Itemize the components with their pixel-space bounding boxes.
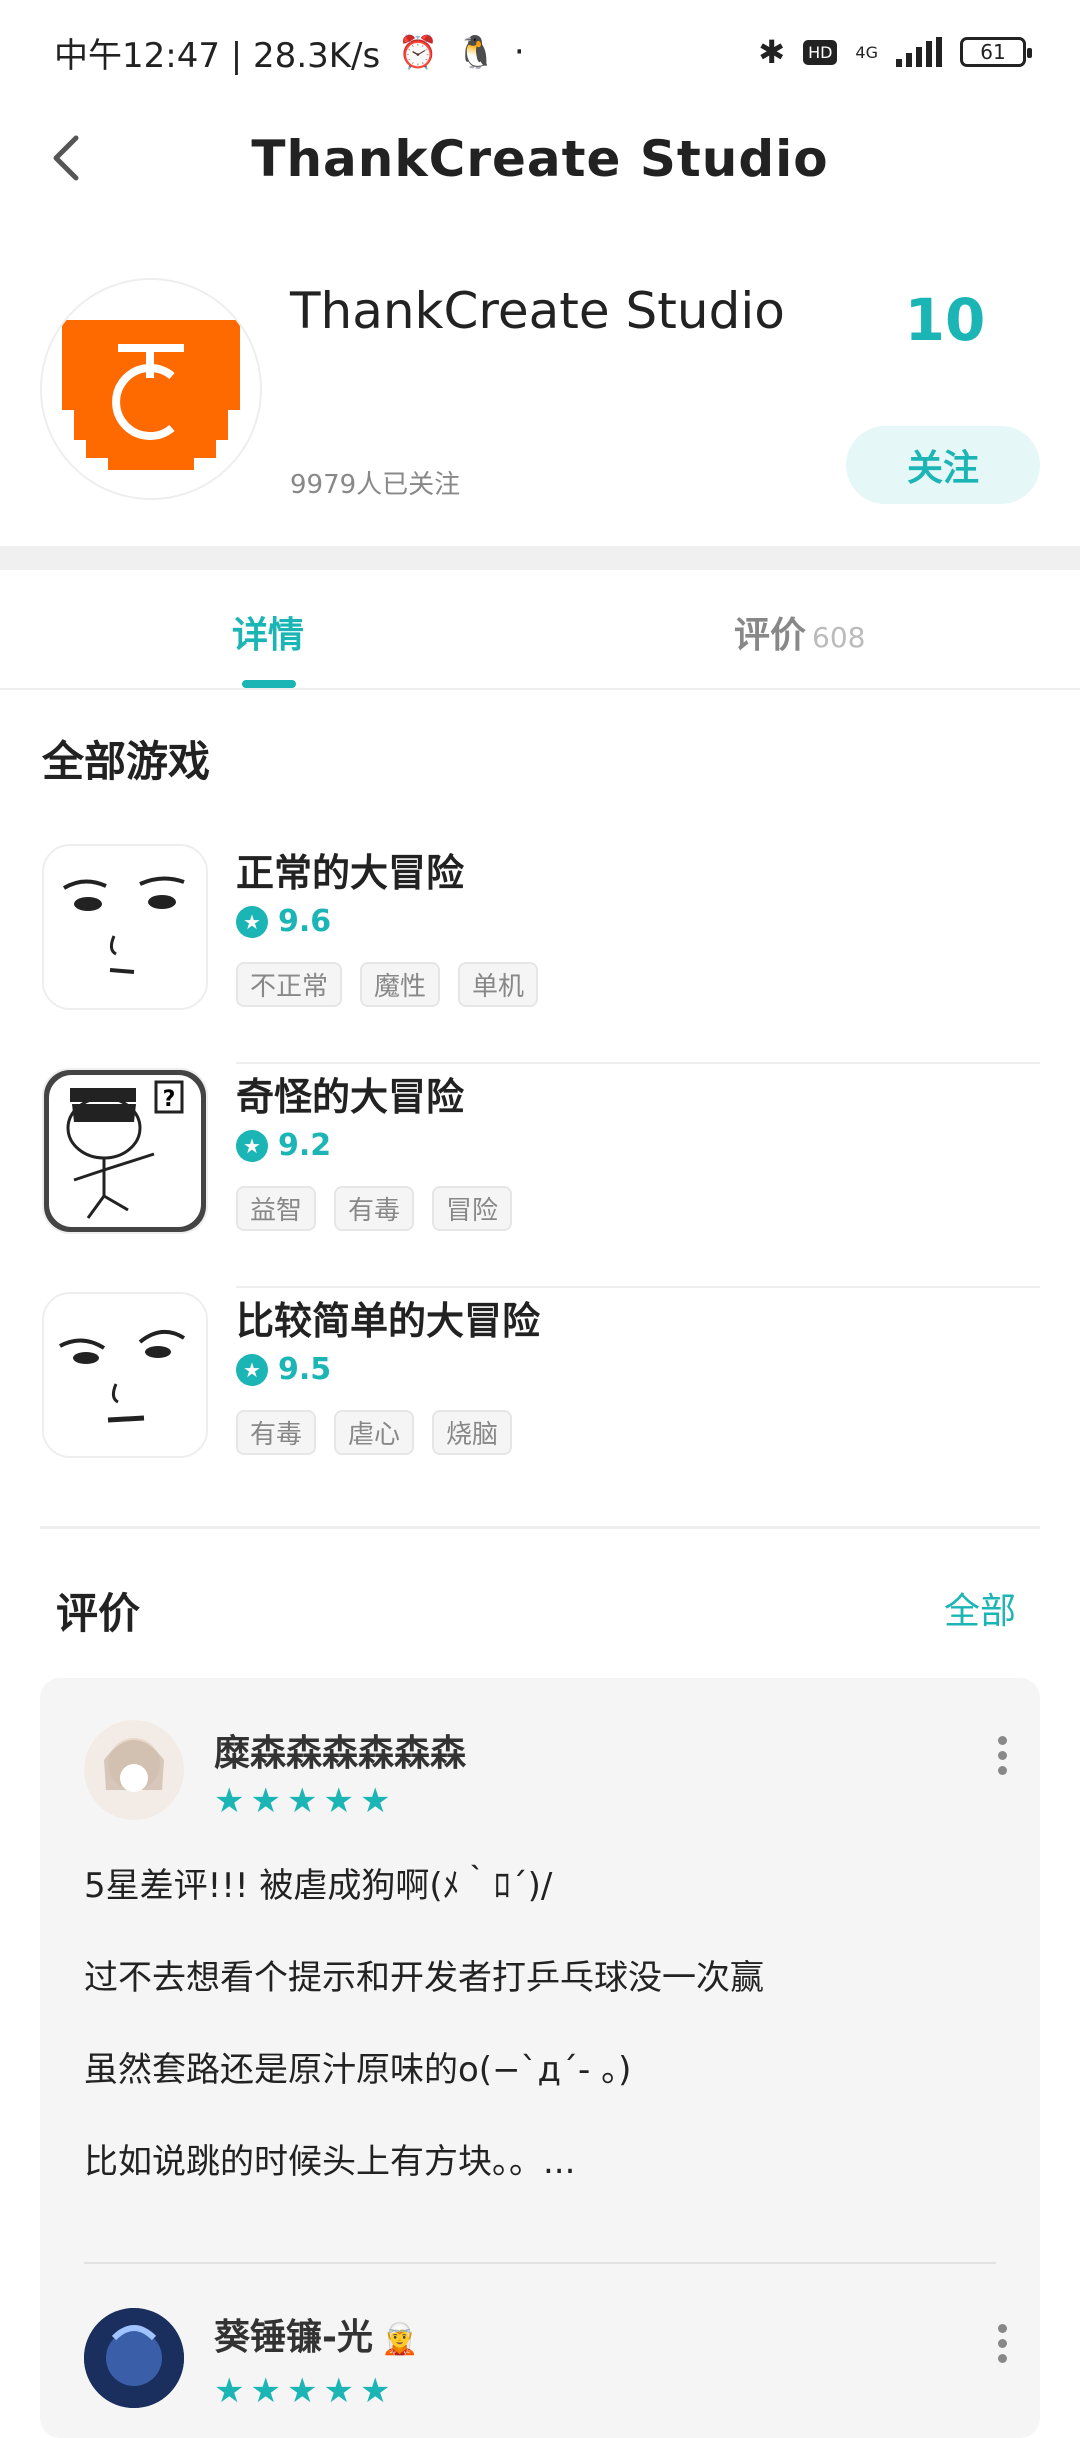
game-score: ★ 9.5 <box>236 1352 331 1387</box>
tab-indicator <box>242 680 296 688</box>
all-games-title: 全部游戏 <box>42 737 211 786</box>
review-line: 过不去想看个提示和开发者打乒乓球没一次赢 <box>84 1958 764 1998</box>
reviewer-name-text: 葵锤镰-光 <box>214 2317 373 2358</box>
star-icon: ★ <box>286 1781 318 1821</box>
tab-review[interactable]: 评价 608 <box>734 606 865 658</box>
alarm-icon: ⏰ <box>398 33 439 71</box>
star-icon: ★ <box>250 1781 281 1821</box>
game-icon: ? <box>42 1068 208 1234</box>
more-options-icon[interactable] <box>998 2324 1010 2364</box>
game-tags: 益智 有毒 冒险 <box>236 1186 513 1231</box>
game-icon <box>42 1292 208 1458</box>
status-dot: · <box>513 32 525 72</box>
section-divider <box>40 1526 1040 1529</box>
tab-review-label: 评价 <box>734 615 807 656</box>
developer-name: ThankCreate Studio <box>290 282 785 340</box>
game-tag[interactable]: 有毒 <box>334 1186 415 1231</box>
game-list: 正常的大冒险 ★ 9.6 不正常 魔性 单机 ? 奇怪的大冒险 ★ 9.2 益智… <box>40 840 1040 1512</box>
rating-stars: ★ ★ ★ ★ ★ <box>214 2374 390 2408</box>
reviewer-name[interactable]: 葵锤镰-光 🧝 <box>214 2308 418 2360</box>
star-icon: ★ <box>214 2371 245 2411</box>
game-icon <box>42 844 208 1010</box>
review-divider <box>84 2262 996 2264</box>
follower-count: 9979人已关注 <box>290 470 461 500</box>
status-bar: 中午12:47 | 28.3K/s ⏰ 🐧 · ✱ HD 4G 61 <box>0 0 1080 104</box>
game-tag[interactable]: 有毒 <box>236 1410 317 1455</box>
star-icon: ★ <box>236 1129 268 1162</box>
qq-icon: 🐧 <box>456 33 496 71</box>
game-name: 奇怪的大冒险 <box>236 1075 465 1119</box>
battery-level: 61 <box>980 40 1006 64</box>
status-time: 中午12:47 | 28.3K/s <box>54 35 381 76</box>
developer-stat: 10 <box>904 286 986 354</box>
star-icon: ★ <box>359 1781 391 1821</box>
star-icon: ★ <box>359 2371 391 2411</box>
game-tag[interactable]: 不正常 <box>236 962 343 1007</box>
score-value: 9.6 <box>278 904 332 939</box>
user-badge-icon: 🧝 <box>380 2322 419 2357</box>
reviews-title: 评价 <box>56 1589 141 1638</box>
tab-detail[interactable]: 详情 <box>232 606 304 658</box>
more-options-icon[interactable] <box>998 1736 1010 1776</box>
signal-icon <box>896 37 942 67</box>
star-icon: ★ <box>323 1781 354 1821</box>
game-tag[interactable]: 烧脑 <box>432 1410 513 1455</box>
view-all-reviews-link[interactable]: 全部 <box>944 1582 1016 1634</box>
rating-stars: ★ ★ ★ ★ ★ <box>214 1784 390 1818</box>
tab-review-count: 608 <box>812 621 866 654</box>
review-line: 比如说跳的时候头上有方块。。... <box>84 2142 576 2182</box>
svg-text:?: ? <box>163 1087 176 1112</box>
game-tags: 不正常 魔性 单机 <box>236 962 539 1007</box>
game-item[interactable]: 正常的大冒险 ★ 9.6 不正常 魔性 单机 <box>40 840 1040 1064</box>
bluetooth-icon: ✱ <box>758 33 786 71</box>
section-divider <box>0 546 1080 570</box>
star-icon: ★ <box>323 2371 354 2411</box>
game-score: ★ 9.2 <box>236 1128 331 1163</box>
network-type: 4G <box>855 42 878 62</box>
hd-icon: HD <box>803 39 838 65</box>
reviewer-name[interactable]: 糜森森森森森森 <box>214 1724 466 1776</box>
game-score: ★ 9.6 <box>236 904 331 939</box>
star-icon: ★ <box>286 2371 318 2411</box>
game-name: 比较简单的大冒险 <box>236 1299 541 1343</box>
avatar[interactable] <box>84 1720 184 1820</box>
tab-bar: 详情 评价 608 <box>0 570 1080 690</box>
game-name: 正常的大冒险 <box>236 851 465 895</box>
review-line: 虽然套路还是原汁原味的o(−`д´- 。) <box>84 2050 632 2090</box>
game-item[interactable]: ? 奇怪的大冒险 ★ 9.2 益智 有毒 冒险 <box>40 1064 1040 1288</box>
follow-button[interactable]: 关注 <box>846 426 1040 504</box>
game-tag[interactable]: 益智 <box>236 1186 317 1231</box>
star-icon: ★ <box>250 2371 281 2411</box>
review-line: 5星差评!!! 被虐成狗啊(ﾒ｀ﾛ´)/ <box>84 1866 553 1906</box>
avatar[interactable] <box>84 2308 184 2408</box>
score-value: 9.5 <box>278 1352 332 1387</box>
star-icon: ★ <box>236 905 268 938</box>
game-tag[interactable]: 虐心 <box>334 1410 415 1455</box>
game-tag[interactable]: 单机 <box>458 962 539 1007</box>
game-tag[interactable]: 魔性 <box>360 962 441 1007</box>
review-text: 5星差评!!! 被虐成狗啊(ﾒ｀ﾛ´)/ 过不去想看个提示和开发者打乒乓球没一次… <box>84 1856 1004 2224</box>
game-item[interactable]: 比较简单的大冒险 ★ 9.5 有毒 虐心 烧脑 <box>40 1288 1040 1512</box>
page-title: ThankCreate Studio <box>251 130 829 188</box>
review-card[interactable]: 糜森森森森森森 ★ ★ ★ ★ ★ 5星差评!!! 被虐成狗啊(ﾒ｀ﾛ´)/ 过… <box>40 1678 1040 2438</box>
battery-icon: 61 <box>960 37 1032 67</box>
star-icon: ★ <box>236 1353 268 1386</box>
game-tags: 有毒 虐心 烧脑 <box>236 1410 513 1455</box>
developer-profile: ThankCreate Studio 10 9979人已关注 关注 <box>0 216 1080 546</box>
nav-bar: ThankCreate Studio <box>0 104 1080 216</box>
developer-logo <box>40 278 262 500</box>
game-tag[interactable]: 冒险 <box>432 1186 513 1231</box>
score-value: 9.2 <box>278 1128 332 1163</box>
star-icon: ★ <box>214 1781 245 1821</box>
